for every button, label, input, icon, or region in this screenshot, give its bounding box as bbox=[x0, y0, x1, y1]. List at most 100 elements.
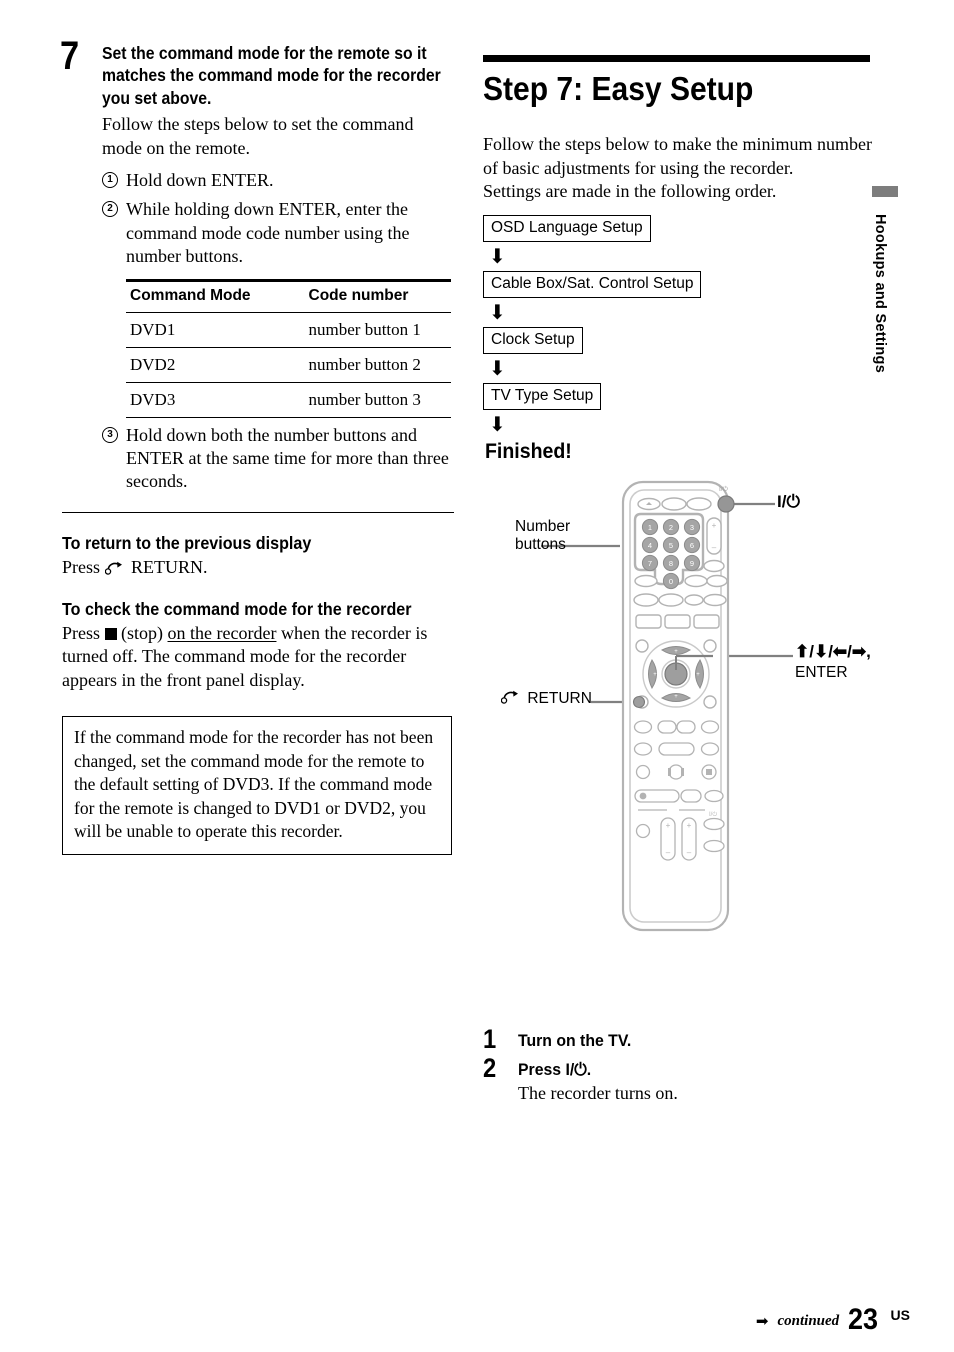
step-7-block: 7 Set the command mode for the remote so… bbox=[60, 36, 454, 160]
svg-text:8: 8 bbox=[669, 559, 673, 568]
substep-1: 1 Hold down ENTER. bbox=[102, 169, 454, 192]
substep-marker-2: 2 bbox=[102, 201, 118, 218]
final-steps: 1 Turn on the TV. 2 Press I/⏻. The recor… bbox=[483, 1026, 863, 1108]
check-section-heading: To check the command mode for the record… bbox=[62, 599, 412, 620]
right-column: Step 7: Easy Setup Follow the steps belo… bbox=[483, 55, 883, 944]
svg-text:+: + bbox=[666, 821, 671, 830]
substep-text-3: Hold down both the number buttons and EN… bbox=[126, 424, 449, 492]
note-text: If the command mode for the recorder has… bbox=[74, 727, 434, 841]
flow-step-tv-type: TV Type Setup bbox=[483, 382, 602, 410]
note-box: If the command mode for the recorder has… bbox=[62, 716, 452, 856]
substep-text-1: Hold down ENTER. bbox=[126, 169, 274, 190]
section-divider bbox=[62, 511, 454, 513]
intro-text: Follow the steps below to make the minim… bbox=[483, 134, 872, 202]
final-step-number: 2 bbox=[483, 1053, 497, 1084]
label-return: RETURN bbox=[501, 690, 592, 708]
step-body: Follow the steps below to set the comman… bbox=[102, 114, 414, 158]
table-header-code-number: Code number bbox=[276, 278, 451, 313]
continued-arrow-icon: ➡ bbox=[755, 1312, 769, 1330]
press-word: Press bbox=[62, 623, 101, 644]
svg-text:–: – bbox=[687, 848, 692, 857]
svg-text:1: 1 bbox=[648, 523, 652, 532]
return-arrow-icon bbox=[104, 558, 127, 575]
svg-text:–: – bbox=[712, 543, 717, 552]
table-cell-mode: DVD3 bbox=[126, 382, 277, 418]
svg-text:2: 2 bbox=[669, 523, 673, 532]
svg-text:6: 6 bbox=[690, 541, 694, 550]
side-tab-label: Hookups and Settings bbox=[872, 214, 888, 374]
final-step-2: 2 Press I/⏻. The recorder turns on. bbox=[483, 1055, 863, 1105]
final-step-title: Turn on the TV. bbox=[518, 1031, 632, 1050]
side-tab-bar bbox=[872, 186, 898, 197]
svg-text:7: 7 bbox=[648, 559, 652, 568]
step-number: 7 bbox=[60, 34, 80, 78]
table-cell-code: number button 1 bbox=[276, 312, 451, 348]
svg-text:9: 9 bbox=[690, 559, 694, 568]
side-tab: Hookups and Settings bbox=[872, 186, 898, 373]
flow-step-cable-box: Cable Box/Sat. Control Setup bbox=[483, 271, 702, 299]
return-arrow-icon bbox=[501, 690, 523, 705]
press-word: Press bbox=[62, 556, 101, 577]
substep-3: 3 Hold down both the number buttons and … bbox=[102, 424, 454, 494]
command-mode-table: Command Mode Code number DVD1 number but… bbox=[126, 278, 451, 418]
page-title: Step 7: Easy Setup bbox=[483, 70, 754, 107]
setup-flow-chart: OSD Language Setup ⬇ Cable Box/Sat. Cont… bbox=[483, 215, 883, 463]
page-footer: ➡ continued 23 US bbox=[756, 1305, 910, 1335]
svg-text:4: 4 bbox=[648, 541, 652, 550]
stop-square-icon bbox=[104, 628, 117, 641]
label-number-buttons: Number buttons bbox=[515, 517, 571, 553]
label-power: I/⏻ bbox=[777, 491, 800, 511]
return-section-heading: To return to the previous display bbox=[62, 532, 312, 553]
return-section-text: Press RETURN. bbox=[62, 556, 454, 579]
finished-heading: Finished! bbox=[485, 439, 572, 463]
label-enter: ENTER bbox=[795, 663, 848, 681]
flow-arrow-icon: ⬇ bbox=[489, 355, 506, 380]
flow-arrow-icon: ⬇ bbox=[489, 411, 506, 436]
final-step-1: 1 Turn on the TV. bbox=[483, 1026, 863, 1053]
stop-label: (stop) bbox=[121, 623, 164, 644]
substep-2: 2 While holding down ENTER, enter the co… bbox=[102, 198, 454, 268]
substep-list-2: 3 Hold down both the number buttons and … bbox=[62, 424, 454, 494]
svg-text:+: + bbox=[696, 672, 700, 678]
table-cell-code: number button 2 bbox=[276, 347, 451, 383]
table-header-command-mode: Command Mode bbox=[126, 278, 277, 313]
page-number: 23 bbox=[848, 1303, 879, 1336]
final-step-detail: The recorder turns on. bbox=[518, 1083, 678, 1104]
svg-text:+: + bbox=[687, 821, 692, 830]
svg-text:–: – bbox=[666, 848, 671, 857]
check-section-text: Press (stop) on the recorder when the re… bbox=[62, 622, 454, 692]
flow-arrow-icon: ⬇ bbox=[489, 300, 506, 325]
svg-text:+: + bbox=[674, 649, 678, 655]
final-step-title: Press I/⏻. bbox=[518, 1060, 592, 1080]
substep-marker-1: 1 bbox=[102, 171, 118, 188]
continued-label: continued bbox=[777, 1313, 840, 1329]
svg-text:+: + bbox=[674, 694, 678, 700]
svg-text:I/⏻: I/⏻ bbox=[709, 811, 717, 818]
table-cell-mode: DVD2 bbox=[126, 347, 277, 383]
return-label: RETURN. bbox=[131, 556, 208, 577]
remote-control-diagram: I/⏻ 1 2 3 4 5 6 7 8 9 0 + – + + + + + – … bbox=[483, 474, 883, 944]
table-cell-mode: DVD1 bbox=[126, 312, 277, 348]
substep-text-2: While holding down ENTER, enter the comm… bbox=[126, 199, 410, 267]
flow-step-osd-language: OSD Language Setup bbox=[483, 215, 651, 243]
table-row: DVD2 number button 2 bbox=[126, 347, 451, 383]
table-header-row: Command Mode Code number bbox=[126, 278, 451, 313]
svg-text:+: + bbox=[653, 672, 657, 678]
title-rule bbox=[483, 55, 870, 62]
label-dpad-arrows: ⬆/⬇/⬅/➡, bbox=[795, 641, 871, 661]
page-suffix: US bbox=[890, 1307, 910, 1323]
svg-text:5: 5 bbox=[669, 541, 673, 550]
substep-list: 1 Hold down ENTER. 2 While holding down … bbox=[62, 169, 454, 269]
table-row: DVD3 number button 3 bbox=[126, 382, 451, 418]
left-column: 7 Set the command mode for the remote so… bbox=[60, 36, 454, 856]
table-cell-code: number button 3 bbox=[276, 382, 451, 418]
manual-page: 7 Set the command mode for the remote so… bbox=[0, 0, 954, 1352]
label-return-text: RETURN bbox=[527, 689, 592, 707]
svg-text:0: 0 bbox=[669, 577, 673, 586]
final-step-number: 1 bbox=[483, 1024, 497, 1054]
substep-marker-3: 3 bbox=[102, 426, 118, 443]
table-row: DVD1 number button 1 bbox=[126, 312, 451, 348]
svg-text:3: 3 bbox=[690, 523, 694, 532]
svg-text:I/⏻: I/⏻ bbox=[719, 486, 728, 493]
flow-step-clock: Clock Setup bbox=[483, 327, 583, 354]
